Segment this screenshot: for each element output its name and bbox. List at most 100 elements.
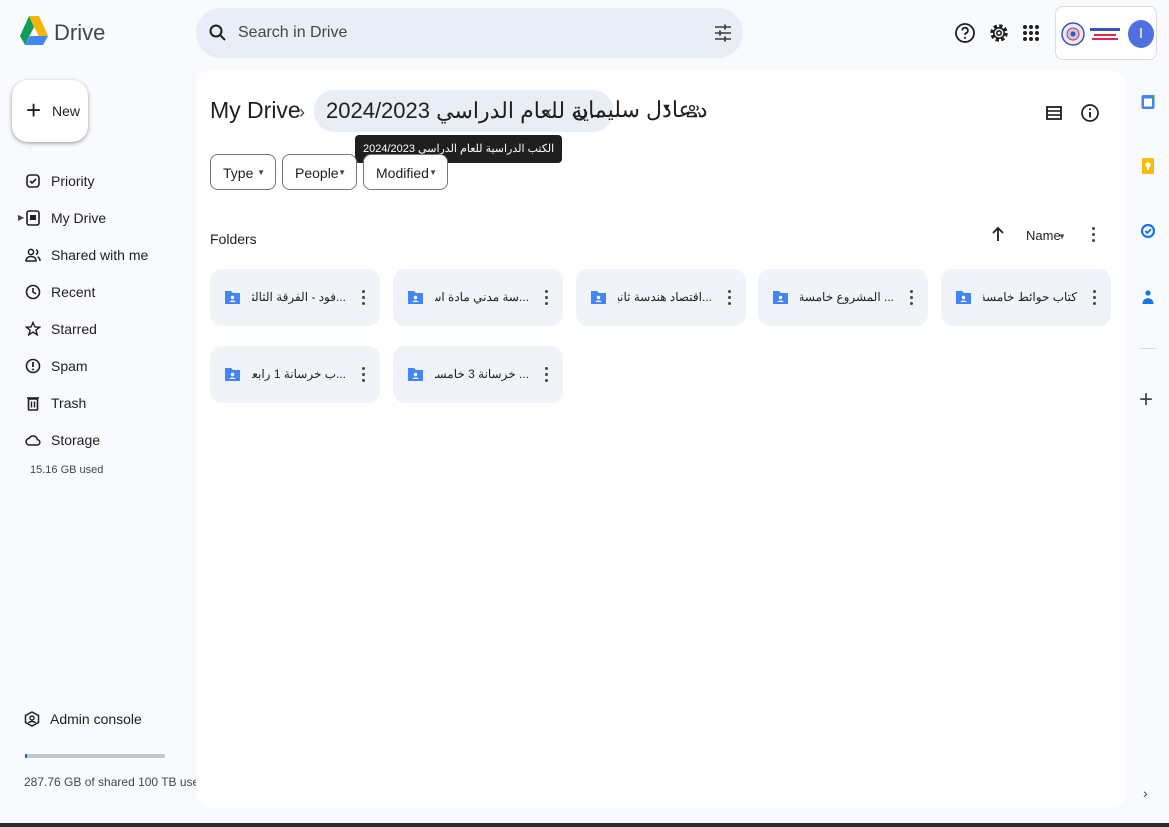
dropdown-arrow-icon: ▼	[338, 168, 346, 177]
dropdown-arrow-icon: ▼	[429, 168, 437, 177]
plus-icon: +	[26, 95, 42, 125]
sidebar-nav: Priority ▶ My Drive Shared with me Recen…	[0, 163, 190, 459]
folder-card[interactable]: ...ب خرسانة 1 رابعة مدني	[210, 346, 380, 403]
folder-name: كتاب حوائط خامسة مدني	[983, 290, 1077, 304]
sidebar-item-shared-with-me[interactable]: Shared with me	[0, 237, 190, 274]
folder-more-options-icon[interactable]	[362, 367, 366, 385]
sidebar-item-trash[interactable]: Trash	[0, 385, 190, 422]
storage-used-text: 15.16 GB used	[30, 464, 104, 476]
contacts-icon[interactable]	[1141, 288, 1155, 306]
help-icon[interactable]	[953, 21, 977, 45]
sidebar-item-recent[interactable]: Recent	[0, 274, 190, 311]
folder-name: ...فود - الفرقة الثالثة مدني	[252, 290, 346, 304]
filter-people-label: People	[295, 165, 339, 181]
info-icon[interactable]	[1080, 103, 1100, 123]
folder-more-options-icon[interactable]	[910, 290, 914, 308]
shared-folder-icon	[956, 291, 971, 304]
shared-folder-icon	[225, 291, 240, 304]
clock-icon	[25, 284, 41, 300]
sidebar-item-label: Recent	[51, 284, 96, 300]
filter-modified-chip[interactable]: Modified ▼	[363, 154, 448, 190]
breadcrumb-parent-folder[interactable]: ..ية للعام الدراسي 2024/2023	[314, 90, 614, 132]
expand-caret-icon[interactable]: ▶	[18, 213, 24, 222]
account-switcher[interactable]: I	[1055, 6, 1157, 60]
more-options-icon[interactable]	[1092, 227, 1096, 245]
admin-console-icon	[24, 711, 40, 727]
search-bar[interactable]	[196, 8, 743, 58]
folder-card[interactable]: ... المشروع خامسة مدني	[758, 269, 928, 326]
folder-name: ... خرسانة 3 خامسة مدني	[435, 367, 529, 381]
star-icon	[25, 321, 41, 337]
cloud-icon	[25, 435, 41, 446]
sidebar-item-label: Trash	[51, 395, 87, 411]
sidebar-item-priority[interactable]: Priority	[0, 163, 190, 200]
shared-folder-icon	[408, 291, 423, 304]
shared-folder-icon	[591, 291, 606, 304]
folder-card[interactable]: ...اقتصاد هندسة ثانية مدني	[576, 269, 746, 326]
search-icon[interactable]	[208, 23, 228, 43]
folder-card[interactable]: ...فود - الفرقة الثالثة مدني	[210, 269, 380, 326]
spam-icon	[25, 358, 41, 374]
main-panel: My Drive › ..ية للعام الدراسي 2024/2023 …	[196, 70, 1126, 808]
list-view-icon[interactable]	[1044, 103, 1064, 123]
apps-grid-icon[interactable]	[1019, 21, 1043, 45]
folder-card[interactable]: ...سة مدني مادة اساسات 2	[393, 269, 563, 326]
sidebar-item-label: Priority	[51, 173, 95, 189]
new-button[interactable]: + New	[12, 80, 88, 142]
folder-name: ...اقتصاد هندسة ثانية مدني	[618, 290, 712, 304]
storage-quota-bar	[25, 754, 165, 758]
trash-icon	[27, 397, 39, 411]
shared-folder-icon	[408, 368, 423, 381]
sidebar-item-spam[interactable]: Spam	[0, 348, 190, 385]
settings-gear-icon[interactable]	[987, 21, 1011, 45]
folder-name: ...ب خرسانة 1 رابعة مدني	[252, 367, 346, 381]
drive-logo-icon[interactable]	[20, 14, 48, 50]
breadcrumb-separator-icon: ‹	[546, 102, 552, 122]
shared-people-icon	[25, 248, 41, 262]
calendar-icon[interactable]	[1141, 93, 1155, 111]
folder-card[interactable]: ... خرسانة 3 خامسة مدني	[393, 346, 563, 403]
filter-type-label: Type	[223, 165, 254, 181]
folder-more-options-icon[interactable]	[728, 290, 732, 308]
sidebar-item-starred[interactable]: Starred	[0, 311, 190, 348]
folder-more-options-icon[interactable]	[362, 290, 366, 308]
tasks-icon[interactable]	[1141, 222, 1155, 240]
chevron-right-icon[interactable]: ›	[1143, 785, 1148, 801]
new-button-label: New	[52, 103, 81, 119]
breadcrumb-my-drive[interactable]: My Drive	[210, 97, 301, 124]
sort-by-name-button[interactable]: Name	[1026, 228, 1061, 243]
search-input[interactable]	[238, 18, 658, 48]
sort-direction-arrow-up-icon[interactable]	[990, 225, 1006, 243]
folder-more-options-icon[interactable]	[545, 290, 549, 308]
shared-folder-icon	[225, 368, 240, 381]
sidebar-item-label: Shared with me	[51, 247, 149, 263]
sidebar-item-my-drive[interactable]: ▶ My Drive	[0, 200, 190, 237]
add-addon-plus-icon[interactable]: +	[1139, 388, 1153, 412]
sort-dropdown-caret-icon[interactable]: ▼	[1058, 232, 1066, 241]
window-bottom-border	[0, 823, 1169, 827]
sidebar-item-storage[interactable]: Storage	[0, 422, 190, 459]
shared-folder-icon	[773, 291, 788, 304]
search-options-icon[interactable]	[713, 23, 733, 43]
folder-menu-caret-icon[interactable]: ▼	[661, 102, 672, 114]
keep-icon[interactable]	[1141, 157, 1155, 175]
filter-type-chip[interactable]: Type ▼	[210, 154, 276, 190]
avatar[interactable]: I	[1128, 20, 1154, 48]
sidebar-item-label: My Drive	[51, 210, 107, 226]
admin-console-label: Admin console	[50, 711, 142, 727]
top-bar: Drive Search in Drive I	[0, 0, 1169, 66]
filter-modified-label: Modified	[376, 165, 429, 181]
storage-quota-fill	[25, 754, 28, 758]
sidebar-item-label: Spam	[51, 358, 88, 374]
sidebar-item-label: Starred	[51, 321, 97, 337]
folder-more-options-icon[interactable]	[545, 367, 549, 385]
app-name[interactable]: Drive	[54, 20, 105, 46]
admin-console-link[interactable]: Admin console	[0, 707, 190, 731]
breadcrumb-separator-icon: ›	[299, 102, 305, 122]
folder-name: ... المشروع خامسة مدني	[800, 290, 894, 304]
sidebar-item-label: Storage	[51, 432, 101, 448]
folder-card[interactable]: كتاب حوائط خامسة مدني	[941, 269, 1111, 326]
folder-more-options-icon[interactable]	[1093, 290, 1097, 308]
filter-people-chip[interactable]: People ▼	[282, 154, 357, 190]
shared-folder-icon[interactable]	[686, 103, 702, 119]
